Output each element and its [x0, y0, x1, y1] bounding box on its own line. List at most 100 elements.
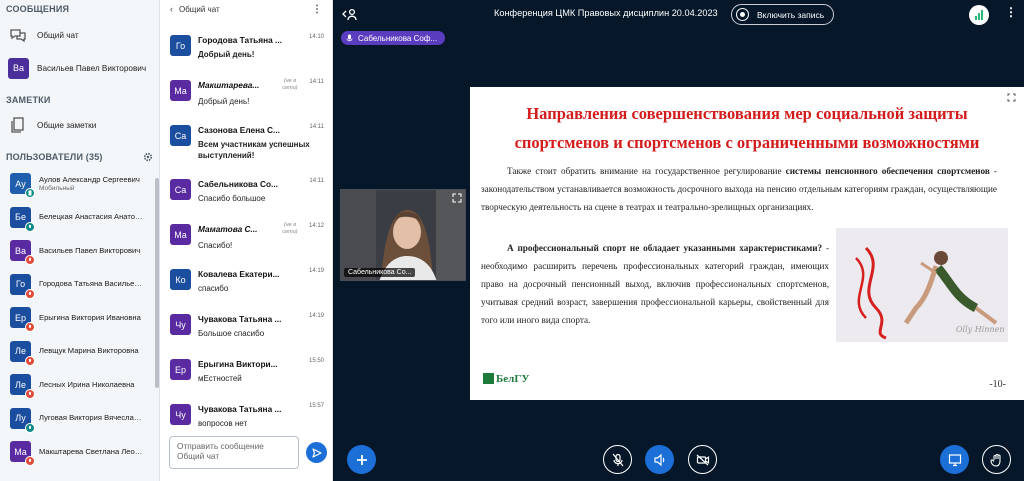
messages-section-title: СООБЩЕНИЯ	[6, 4, 70, 14]
connection-status-icon[interactable]	[969, 5, 989, 25]
offline-label: (не в сети)	[282, 78, 298, 91]
user-item[interactable]: Ау Аулов Александр Сергеевич Мобильный	[0, 167, 154, 201]
message-author: Ерыгина Виктори...	[198, 359, 278, 369]
webcam-video[interactable]: Сабельникова Со...	[340, 189, 466, 281]
message-time: 15:50	[308, 358, 324, 364]
mic-muted-icon	[25, 288, 35, 299]
logo-text: БелГУ	[496, 372, 530, 385]
raise-hand-button[interactable]	[982, 445, 1011, 474]
notes-section-title: ЗАМЕТКИ	[6, 95, 51, 105]
gymnast-photo: Olly Hinnen	[836, 228, 1008, 342]
university-logo: БелГУ	[483, 373, 529, 384]
actions-button[interactable]	[347, 445, 376, 474]
chat-title: Общий чат	[179, 4, 220, 14]
user-name: Васильев Павел Викторович	[39, 245, 141, 255]
avatar: Чу	[170, 404, 191, 425]
user-item[interactable]: Го Городова Татьяна Васильевна	[0, 268, 154, 302]
message-author: Сазонова Елена С...	[198, 125, 280, 135]
user-name: Аулов Александр Сергеевич	[39, 175, 140, 185]
slide-title-line2: спортсменов и спортсменов с ограниченным…	[514, 133, 980, 152]
phone-icon	[25, 188, 35, 199]
message-author: Маматова С...	[198, 224, 258, 234]
user-name: Левщук Марина Викторовна	[39, 346, 139, 356]
expand-icon[interactable]	[1007, 93, 1016, 102]
chat-message: Са Сазонова Елена С... 14:11 Всем участни…	[160, 120, 328, 174]
users-scrollbar[interactable]	[155, 178, 159, 388]
message-input[interactable]: Отправить сообщение Общий чат	[169, 436, 299, 469]
avatar: Бе	[10, 206, 35, 232]
message-author: Ковалева Екатери...	[198, 269, 280, 279]
avatar: Ва	[10, 240, 35, 266]
user-item[interactable]: Ва Васильев Павел Викторович	[0, 234, 154, 268]
message-text: Большое спасибо	[198, 329, 265, 338]
sidebar-item-private-chat[interactable]: Ва Васильев Павел Викторович	[0, 50, 159, 86]
user-subtitle: Мобильный	[39, 185, 75, 193]
more-vertical-icon[interactable]: ⋮	[1005, 5, 1017, 19]
record-button[interactable]: Включить запись	[731, 4, 834, 25]
avatar: Чу	[170, 314, 191, 335]
camera-button[interactable]	[688, 445, 717, 474]
chat-message: Са Сабельникова Со... 14:11 Спасибо больш…	[160, 174, 328, 219]
user-item[interactable]: Ер Ерыгина Виктория Ивановна	[0, 301, 154, 335]
avatar: Ма	[10, 441, 35, 467]
chat-icon	[8, 25, 28, 45]
sidebar-item-public-chat[interactable]: Общий чат	[0, 20, 159, 50]
message-time: 15:57	[308, 403, 324, 409]
fullscreen-icon[interactable]	[452, 193, 462, 203]
send-button[interactable]	[306, 442, 327, 463]
message-text: спасибо	[198, 284, 229, 293]
message-text: мЕстностей	[198, 374, 242, 383]
sidebar-item-label: Васильев Павел Викторович	[37, 63, 147, 73]
presentation-button[interactable]	[940, 445, 969, 474]
mic-muted-icon	[25, 221, 35, 232]
message-time: 14:12	[308, 223, 324, 229]
gear-icon[interactable]	[143, 152, 153, 162]
user-item[interactable]: Ма Макштарева Светлана Леонидовна	[0, 435, 154, 469]
message-text: Всем участникам успешных выступлений!	[198, 140, 310, 160]
mic-muted-icon	[25, 456, 35, 467]
avatar: Го	[170, 35, 191, 56]
speaker-icon	[653, 453, 664, 466]
mic-icon	[346, 34, 353, 42]
avatar: Ва	[8, 57, 29, 79]
message-author: Чувакова Татьяна ...	[198, 314, 282, 324]
message-author: Сабельникова Со...	[198, 179, 278, 189]
slide-paragraph-2: А профессиональный спорт не обладает ука…	[481, 243, 829, 325]
chat-message: Ма Маматова С... (не в сети) 14:12 Спасибо…	[160, 219, 328, 264]
message-time: 14:19	[308, 268, 324, 274]
mic-muted-icon	[25, 322, 35, 333]
avatar: Ер	[10, 307, 35, 333]
avatar: Ле	[10, 340, 35, 366]
main-area: Конференция ЦМК Правовых дисциплин 20.04…	[333, 0, 1024, 481]
user-item[interactable]: Ле Лесных Ирина Николаевна	[0, 368, 154, 402]
chat-message: Го Городова Татьяна ... 14:10 Добрый день…	[160, 30, 328, 75]
user-item[interactable]: Бе Белецкая Анастасия Анатольевна	[0, 201, 154, 235]
screen-icon	[948, 453, 961, 466]
avatar: Ма	[170, 224, 191, 245]
message-time: 14:11	[309, 124, 324, 130]
message-author: Макштарева...	[198, 80, 260, 90]
slide-title-line1: Направления совершенствования мер социал…	[526, 104, 968, 123]
chevron-left-icon[interactable]: ‹	[170, 4, 173, 14]
more-vertical-icon[interactable]: ⋮	[312, 4, 322, 15]
message-text: Спасибо большое	[198, 194, 266, 203]
chat-header: ‹ Общий чат ⋮	[160, 0, 332, 18]
video-off-icon	[696, 454, 709, 465]
audio-button[interactable]	[645, 445, 674, 474]
user-name: Ерыгина Виктория Ивановна	[39, 312, 141, 322]
sidebar: СООБЩЕНИЯ Общий чат Ва Васильев Павел Ви…	[0, 0, 160, 481]
sidebar-item-shared-notes[interactable]: Общие заметки	[0, 108, 159, 142]
offline-label: (не в сети)	[282, 222, 298, 235]
toggle-userlist-icon[interactable]	[342, 7, 358, 23]
mic-muted-icon	[25, 355, 35, 366]
user-name: Луговая Виктория Вячеславовна	[39, 413, 144, 423]
slide-page-number: -10-	[989, 379, 1006, 390]
user-item[interactable]: Лу Луговая Виктория Вячеславовна	[0, 402, 154, 436]
top-bar: Конференция ЦМК Правовых дисциплин 20.04…	[333, 0, 1024, 30]
message-author: Чувакова Татьяна ...	[198, 404, 282, 414]
avatar: Са	[170, 125, 191, 146]
send-icon	[311, 447, 322, 458]
sidebar-item-label: Общие заметки	[37, 120, 97, 130]
user-item[interactable]: Ле Левщук Марина Викторовна	[0, 335, 154, 369]
unmute-button[interactable]	[603, 445, 632, 474]
